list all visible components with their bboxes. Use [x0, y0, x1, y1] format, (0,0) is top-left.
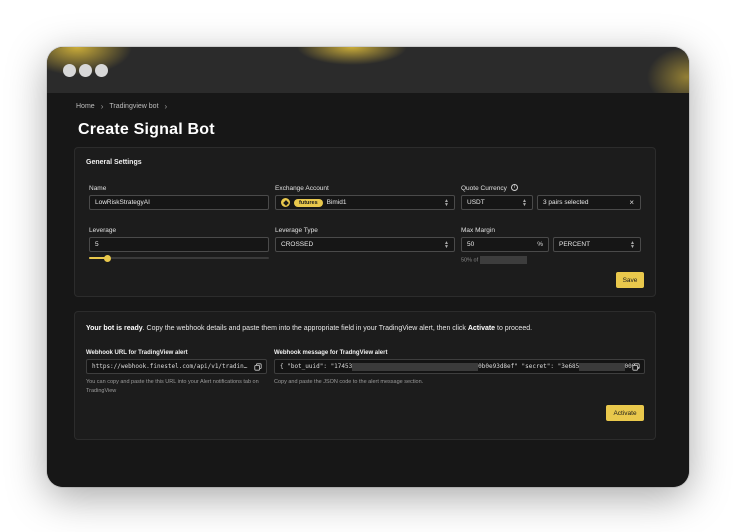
ready-tail: to proceed. — [495, 325, 533, 332]
quote-currency-label: Quote Currency — [461, 185, 507, 192]
webhook-url-help: You can copy and paste the this URL into… — [86, 379, 259, 394]
leverage-slider[interactable] — [89, 254, 269, 262]
activate-button[interactable]: Activate — [606, 405, 644, 421]
webhook-message-help: Copy and paste the JSON code to the aler… — [274, 379, 424, 385]
name-label: Name — [89, 185, 107, 192]
window-control-minimize[interactable] — [79, 64, 92, 77]
leverage-label: Leverage — [89, 227, 117, 234]
breadcrumb-home[interactable]: Home — [76, 103, 95, 110]
ready-action: Activate — [467, 325, 496, 332]
webhook-url-label: Webhook URL for TradingView alert — [86, 350, 188, 356]
chevron-up-down-icon: ▲ ▼ — [444, 198, 449, 208]
page-title: Create Signal Bot — [78, 121, 215, 138]
webhook-url-value: https://webhook.finestel.com/api/v1/trad… — [92, 363, 248, 370]
leverage-type-select[interactable]: CROSSED ▲ ▼ — [275, 237, 455, 252]
futures-badge: futures — [294, 198, 323, 207]
max-margin-value: 50 — [467, 241, 475, 248]
redacted-uuid — [352, 362, 479, 371]
breadcrumb: Home › Tradingview bot › — [76, 102, 167, 111]
chevron-right-icon: › — [164, 102, 168, 111]
close-icon[interactable]: × — [629, 198, 634, 207]
max-margin-hint-text: 50% of — [461, 257, 479, 264]
window-control-maximize[interactable] — [95, 64, 108, 77]
webhook-message-field[interactable]: { "bot_uuid": "17453 0b0e93d8ef" "secret… — [274, 359, 645, 374]
name-input[interactable]: LowRiskStrategyAI — [89, 195, 269, 210]
pairs-selected-value: 3 pairs selected — [543, 199, 589, 206]
window-titlebar — [47, 47, 689, 93]
webhook-card: Your bot is ready. Copy the webhook deta… — [74, 311, 656, 440]
webhook-message-part2: 0b0e93d8ef" "secret": "3e685 — [478, 363, 580, 370]
bot-ready-message: Your bot is ready. Copy the webhook deta… — [86, 325, 532, 332]
ready-text: . Copy the webhook details and paste the… — [142, 325, 468, 332]
webhook-message-label: Webhook message for TradngView alert — [274, 350, 388, 356]
quote-currency-value: USDT — [467, 199, 485, 206]
webhook-message-part1: { "bot_uuid": "17453 — [280, 363, 353, 370]
info-icon[interactable]: i — [511, 184, 518, 191]
leverage-type-value: CROSSED — [281, 241, 314, 248]
name-input-value: LowRiskStrategyAI — [95, 199, 150, 206]
chevron-up-down-icon: ▲ ▼ — [630, 240, 635, 250]
chevron-right-icon: › — [100, 102, 104, 111]
exchange-account-value: Bimid1 — [326, 199, 347, 206]
max-margin-input[interactable]: 50 % — [461, 237, 549, 252]
app-window: Home › Tradingview bot › Create Signal B… — [47, 47, 689, 487]
exchange-logo-icon — [281, 198, 290, 207]
breadcrumb-tradingview-bot[interactable]: Tradingview bot — [109, 103, 158, 110]
leverage-slider-thumb[interactable] — [104, 254, 111, 262]
max-margin-mode-value: PERCENT — [559, 241, 591, 248]
percent-unit: % — [537, 241, 543, 248]
chevron-up-down-icon: ▲ ▼ — [522, 198, 527, 208]
leverage-input[interactable]: 5 — [89, 237, 269, 252]
pairs-multiselect[interactable]: 3 pairs selected × — [537, 195, 641, 210]
exchange-account-select[interactable]: futures Bimid1 ▲ ▼ — [275, 195, 455, 210]
max-margin-label: Max Margin — [461, 227, 495, 234]
copy-icon[interactable] — [632, 363, 640, 371]
general-settings-card: General Settings Name LowRiskStrategyAI … — [74, 147, 656, 297]
ready-bold: Your bot is ready — [86, 325, 143, 332]
webhook-url-field[interactable]: https://webhook.finestel.com/api/v1/trad… — [86, 359, 267, 374]
redacted-secret — [579, 362, 625, 371]
section-title: General Settings — [86, 159, 142, 166]
main-content: Home › Tradingview bot › Create Signal B… — [47, 93, 689, 487]
leverage-value: 5 — [95, 241, 99, 248]
max-margin-hint: 50% of — [461, 256, 528, 264]
max-margin-mode-select[interactable]: PERCENT ▲ ▼ — [553, 237, 641, 252]
redacted-balance — [480, 256, 528, 264]
copy-icon[interactable] — [254, 363, 262, 371]
exchange-account-label: Exchange Account — [275, 185, 329, 192]
chevron-up-down-icon: ▲ ▼ — [444, 240, 449, 250]
leverage-type-label: Leverage Type — [275, 227, 318, 234]
save-button[interactable]: Save — [616, 272, 644, 288]
window-control-close[interactable] — [63, 64, 76, 77]
quote-currency-select[interactable]: USDT ▲ ▼ — [461, 195, 533, 210]
